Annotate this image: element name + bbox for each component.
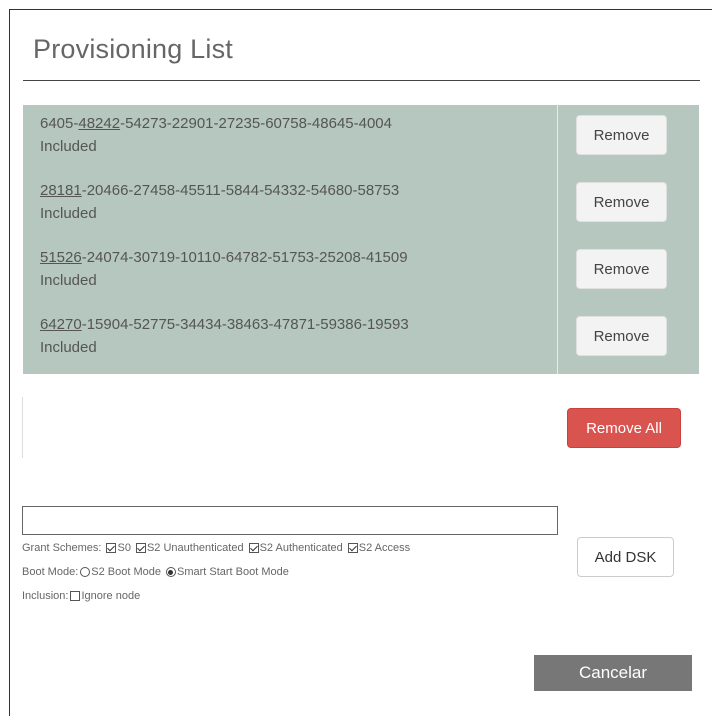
s2-unauthenticated-label: S2 Unauthenticated: [146, 542, 244, 554]
ignore-node-checkbox[interactable]: [70, 591, 81, 601]
title-divider: [23, 80, 700, 81]
s2-boot-mode-label: S2 Boot Mode: [91, 566, 161, 578]
dsk-text: 64270-15904-52775-34434-38463-47871-5938…: [40, 316, 409, 333]
dsk-text: 28181-20466-27458-45511-5844-54332-54680…: [40, 182, 400, 199]
list-item: 64270-15904-52775-34434-38463-47871-5938…: [23, 306, 699, 373]
ignore-node-label: Ignore node: [81, 590, 141, 602]
list-item: 6405-48242-54273-22901-27235-60758-48645…: [23, 105, 699, 172]
dsk-text: 6405-48242-54273-22901-27235-60758-48645…: [40, 115, 392, 132]
remove-button[interactable]: Remove: [576, 316, 667, 356]
list-item: 51526-24074-30719-10110-64782-51753-2520…: [23, 239, 699, 306]
dialog-title: Provisioning List: [33, 34, 233, 64]
boot-mode-row: Boot Mode: S2 Boot Mode Smart Start Boot…: [22, 566, 293, 578]
s2-unauthenticated-checkbox[interactable]: [135, 543, 146, 553]
status-text: Included: [40, 272, 97, 289]
dsk-pin: 48242: [78, 115, 121, 132]
s2-authenticated-checkbox[interactable]: [248, 543, 259, 553]
dsk-pin: 51526: [40, 249, 82, 266]
s2-authenticated-label: S2 Authenticated: [259, 542, 343, 554]
s0-checkbox[interactable]: [106, 543, 117, 553]
grant-schemes-row: Grant Schemes: S0 S2 Unauthenticated S2 …: [22, 542, 414, 554]
dsk-input[interactable]: [22, 506, 558, 535]
status-text: Included: [40, 339, 97, 356]
s2-access-label: S2 Access: [358, 542, 411, 554]
smart-start-boot-mode-radio[interactable]: [165, 567, 176, 577]
list-item: 28181-20466-27458-45511-5844-54332-54680…: [23, 172, 699, 239]
inclusion-row: Inclusion: Ignore node: [22, 590, 144, 602]
remove-button[interactable]: Remove: [576, 182, 667, 222]
remove-button[interactable]: Remove: [576, 249, 667, 289]
cancel-button[interactable]: Cancelar: [534, 655, 692, 691]
remove-button[interactable]: Remove: [576, 115, 667, 155]
s2-access-checkbox[interactable]: [347, 543, 358, 553]
dsk-pin: 64270: [40, 316, 82, 333]
s2-boot-mode-radio[interactable]: [80, 567, 91, 577]
status-text: Included: [40, 205, 97, 222]
s0-label: S0: [117, 542, 131, 554]
inclusion-label: Inclusion:: [22, 590, 69, 602]
provisioning-list: 6405-48242-54273-22901-27235-60758-48645…: [23, 105, 699, 374]
section-divider: [22, 397, 23, 458]
add-dsk-button[interactable]: Add DSK: [577, 537, 674, 577]
remove-all-button[interactable]: Remove All: [567, 408, 681, 448]
smart-start-boot-mode-label: Smart Start Boot Mode: [176, 566, 289, 578]
dsk-text: 51526-24074-30719-10110-64782-51753-2520…: [40, 249, 408, 266]
boot-mode-label: Boot Mode:: [22, 566, 79, 578]
dsk-pin: 28181: [40, 182, 82, 199]
status-text: Included: [40, 138, 97, 155]
grant-schemes-label: Grant Schemes:: [22, 542, 102, 554]
